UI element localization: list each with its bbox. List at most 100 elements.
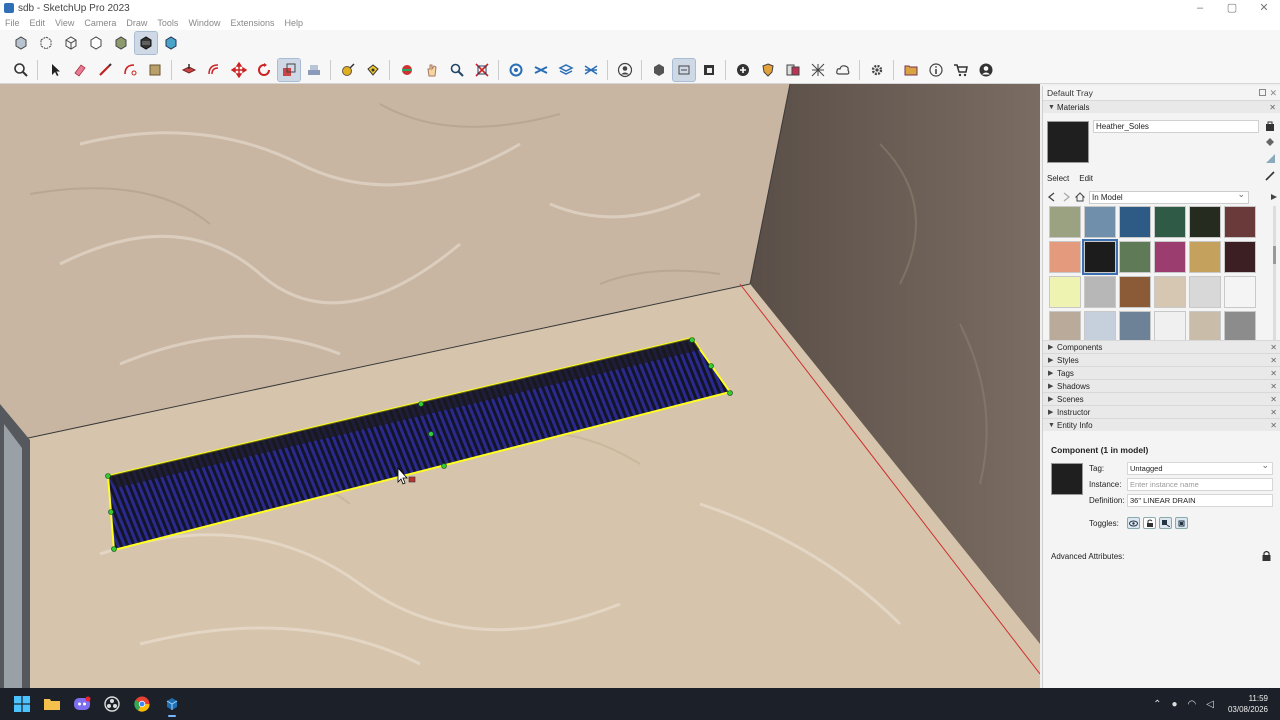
chrome-icon[interactable] bbox=[128, 690, 156, 718]
discord-icon[interactable] bbox=[68, 690, 96, 718]
material-swatch[interactable] bbox=[1119, 311, 1151, 343]
lock-toggle-icon[interactable] bbox=[1143, 517, 1156, 529]
panel-instructor[interactable]: ▶ Instructor ✕ bbox=[1043, 405, 1280, 418]
material-swatch[interactable] bbox=[1224, 311, 1256, 343]
panel-shadows[interactable]: ▶ Shadows ✕ bbox=[1043, 379, 1280, 392]
arc-tool-icon[interactable] bbox=[119, 59, 141, 81]
material-swatch[interactable] bbox=[1154, 276, 1186, 308]
add-location-icon[interactable] bbox=[732, 59, 754, 81]
extension-warehouse-icon[interactable] bbox=[671, 57, 696, 82]
receive-shadows-toggle-icon[interactable] bbox=[1175, 517, 1188, 529]
material-swatch[interactable] bbox=[1084, 276, 1116, 308]
close-icon[interactable]: ✕ bbox=[1269, 101, 1276, 114]
lock-icon[interactable] bbox=[1262, 550, 1271, 561]
obs-icon[interactable] bbox=[98, 690, 126, 718]
menu-help[interactable]: Help bbox=[279, 18, 308, 28]
cart-icon[interactable] bbox=[950, 59, 972, 81]
gear-icon[interactable] bbox=[866, 59, 888, 81]
select-tool-icon[interactable] bbox=[44, 59, 66, 81]
material-swatch[interactable] bbox=[1049, 241, 1081, 273]
material-swatch[interactable] bbox=[1049, 206, 1081, 238]
zoom-extents-tool-icon[interactable] bbox=[471, 59, 493, 81]
info-icon[interactable] bbox=[925, 59, 947, 81]
windows-start-icon[interactable] bbox=[8, 690, 36, 718]
tag-dropdown[interactable]: Untagged bbox=[1127, 460, 1273, 475]
line-tool-icon[interactable] bbox=[94, 59, 116, 81]
panel-tags[interactable]: ▶ Tags ✕ bbox=[1043, 366, 1280, 379]
file-explorer-icon[interactable] bbox=[38, 690, 66, 718]
create-material-icon[interactable] bbox=[1264, 120, 1276, 132]
pin-icon[interactable] bbox=[1259, 89, 1266, 96]
material-swatch[interactable] bbox=[1224, 206, 1256, 238]
account-icon[interactable] bbox=[614, 59, 636, 81]
textures-icon[interactable] bbox=[807, 59, 829, 81]
swatch-scrollbar[interactable] bbox=[1273, 206, 1276, 342]
material-swatch[interactable] bbox=[1119, 241, 1151, 273]
minimize-button[interactable]: – bbox=[1184, 1, 1216, 15]
collection-dropdown[interactable]: In Model bbox=[1089, 189, 1249, 204]
collaborate-icon[interactable] bbox=[530, 59, 552, 81]
close-icon[interactable]: ✕ bbox=[1270, 419, 1277, 432]
forward-arrow-icon[interactable] bbox=[1061, 192, 1071, 202]
shaded-style-icon[interactable] bbox=[110, 32, 132, 54]
modeling-viewport[interactable] bbox=[0, 84, 1040, 688]
volume-icon[interactable]: ◁ bbox=[1206, 699, 1214, 710]
monochrome-style-icon[interactable] bbox=[160, 32, 182, 54]
wireframe-style-icon[interactable] bbox=[60, 32, 82, 54]
zoom-tool-icon[interactable] bbox=[446, 59, 468, 81]
material-swatch[interactable] bbox=[1224, 241, 1256, 273]
entity-info-panel-header[interactable]: ▼ Entity Info ✕ bbox=[1043, 418, 1280, 431]
eraser-tool-icon[interactable] bbox=[69, 59, 91, 81]
material-swatch[interactable] bbox=[1084, 311, 1116, 343]
cloud-icon[interactable] bbox=[832, 59, 854, 81]
default-material-icon[interactable] bbox=[1264, 152, 1276, 164]
back-edges-style-icon[interactable] bbox=[35, 32, 57, 54]
paint-material-icon[interactable] bbox=[1264, 136, 1276, 148]
styles-icon[interactable] bbox=[782, 59, 804, 81]
taskbar-clock[interactable]: 11:59 03/08/2026 bbox=[1228, 693, 1268, 715]
menu-tools[interactable]: Tools bbox=[152, 18, 183, 28]
scene-canvas[interactable] bbox=[0, 84, 1040, 688]
material-swatch[interactable] bbox=[1082, 239, 1118, 275]
microphone-icon[interactable]: ● bbox=[1171, 699, 1177, 710]
material-swatch[interactable] bbox=[1049, 311, 1081, 343]
menu-edit[interactable]: Edit bbox=[25, 18, 51, 28]
sketchup-taskbar-icon[interactable] bbox=[158, 690, 186, 718]
material-swatch[interactable] bbox=[1119, 276, 1151, 308]
menu-window[interactable]: Window bbox=[183, 18, 225, 28]
close-button[interactable]: ✕ bbox=[1248, 1, 1280, 15]
material-swatch[interactable] bbox=[1224, 276, 1256, 308]
scale-tool-icon[interactable] bbox=[276, 57, 301, 82]
menu-file[interactable]: File bbox=[0, 18, 25, 28]
rectangle-tool-icon[interactable] bbox=[144, 59, 166, 81]
trimble-connect-icon[interactable] bbox=[505, 59, 527, 81]
material-swatch[interactable] bbox=[1189, 276, 1221, 308]
material-swatch[interactable] bbox=[1189, 241, 1221, 273]
paint-bucket-tool-icon[interactable] bbox=[362, 59, 384, 81]
material-swatch[interactable] bbox=[1084, 206, 1116, 238]
tape-measure-tool-icon[interactable] bbox=[337, 59, 359, 81]
panel-components[interactable]: ▶ Components ✕ bbox=[1043, 340, 1280, 353]
details-arrow-icon[interactable] bbox=[1269, 192, 1279, 202]
eyedropper-icon[interactable] bbox=[1264, 170, 1276, 182]
tab-select[interactable]: Select bbox=[1047, 174, 1069, 183]
material-swatch[interactable] bbox=[1154, 311, 1186, 343]
chevron-up-icon[interactable]: ⌃ bbox=[1153, 699, 1161, 710]
definition-name-input[interactable]: 36" LINEAR DRAIN bbox=[1127, 494, 1273, 507]
maximize-button[interactable]: ▢ bbox=[1216, 1, 1248, 15]
material-name-field[interactable]: Heather_Soles bbox=[1093, 120, 1259, 133]
visibility-toggle-icon[interactable] bbox=[1127, 517, 1140, 529]
rotate-tool-icon[interactable] bbox=[253, 59, 275, 81]
material-swatch[interactable] bbox=[1119, 206, 1151, 238]
material-swatch[interactable] bbox=[1154, 241, 1186, 273]
send-to-layout-icon[interactable] bbox=[698, 59, 720, 81]
material-swatch[interactable] bbox=[1154, 206, 1186, 238]
hidden-line-style-icon[interactable] bbox=[85, 32, 107, 54]
sync-icon[interactable] bbox=[580, 59, 602, 81]
material-swatch[interactable] bbox=[1049, 276, 1081, 308]
xray-style-icon[interactable] bbox=[10, 32, 32, 54]
network-icon[interactable]: ◠ bbox=[1188, 699, 1197, 710]
material-swatch[interactable] bbox=[1189, 206, 1221, 238]
layers-icon[interactable] bbox=[555, 59, 577, 81]
push-pull-tool-icon[interactable] bbox=[178, 59, 200, 81]
